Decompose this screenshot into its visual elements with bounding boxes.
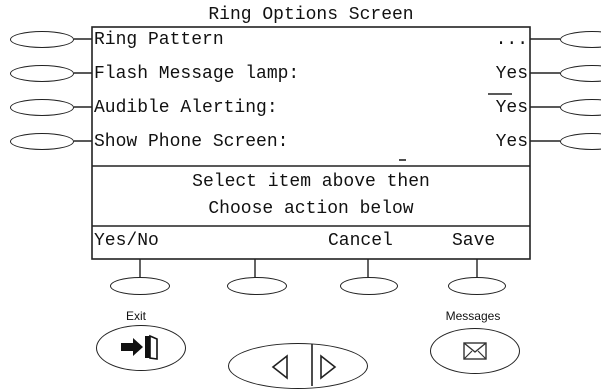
prompt-line-1: Select item above then bbox=[192, 172, 430, 192]
messages-button[interactable] bbox=[430, 328, 520, 374]
messages-button-label: Messages bbox=[445, 309, 501, 323]
prompt-line-2: Choose action below bbox=[208, 199, 414, 219]
softkey-1[interactable] bbox=[110, 277, 170, 295]
arrow-right-icon bbox=[320, 354, 337, 380]
envelope-icon bbox=[463, 342, 488, 361]
screen-title: Ring Options Screen bbox=[208, 5, 414, 25]
row-label-flash-message-lamp: Flash Message lamp: bbox=[94, 64, 300, 84]
softkey-2[interactable] bbox=[227, 277, 287, 295]
left-line-key-3[interactable] bbox=[10, 99, 74, 116]
exit-button-label: Exit bbox=[125, 309, 146, 323]
softkey-3[interactable] bbox=[340, 277, 398, 295]
arrow-left-icon bbox=[271, 354, 288, 380]
navigation-rocker bbox=[228, 343, 368, 389]
row-label-show-phone-screen: Show Phone Screen: bbox=[94, 132, 289, 152]
row-label-ring-pattern: Ring Pattern bbox=[94, 30, 224, 50]
row-value-ring-pattern: ... bbox=[495, 30, 528, 50]
left-line-key-4[interactable] bbox=[10, 133, 74, 150]
row-value-flash-message-lamp: Yes bbox=[495, 64, 528, 84]
softkey-label-save: Save bbox=[452, 231, 496, 251]
exit-icon bbox=[121, 335, 159, 361]
row-label-audible-alerting: Audible Alerting: bbox=[94, 98, 278, 118]
left-line-key-1[interactable] bbox=[10, 31, 74, 48]
exit-button[interactable] bbox=[96, 325, 186, 371]
softkey-label-yes-no: Yes/No bbox=[94, 231, 159, 251]
row-value-show-phone-screen: Yes bbox=[495, 132, 528, 152]
navigate-right-button[interactable] bbox=[315, 350, 365, 384]
left-line-key-2[interactable] bbox=[10, 65, 74, 82]
softkey-label-cancel: Cancel bbox=[328, 231, 393, 251]
row-value-audible-alerting: Yes bbox=[495, 98, 528, 118]
navigate-left-button[interactable] bbox=[241, 350, 311, 384]
softkey-4[interactable] bbox=[448, 277, 506, 295]
